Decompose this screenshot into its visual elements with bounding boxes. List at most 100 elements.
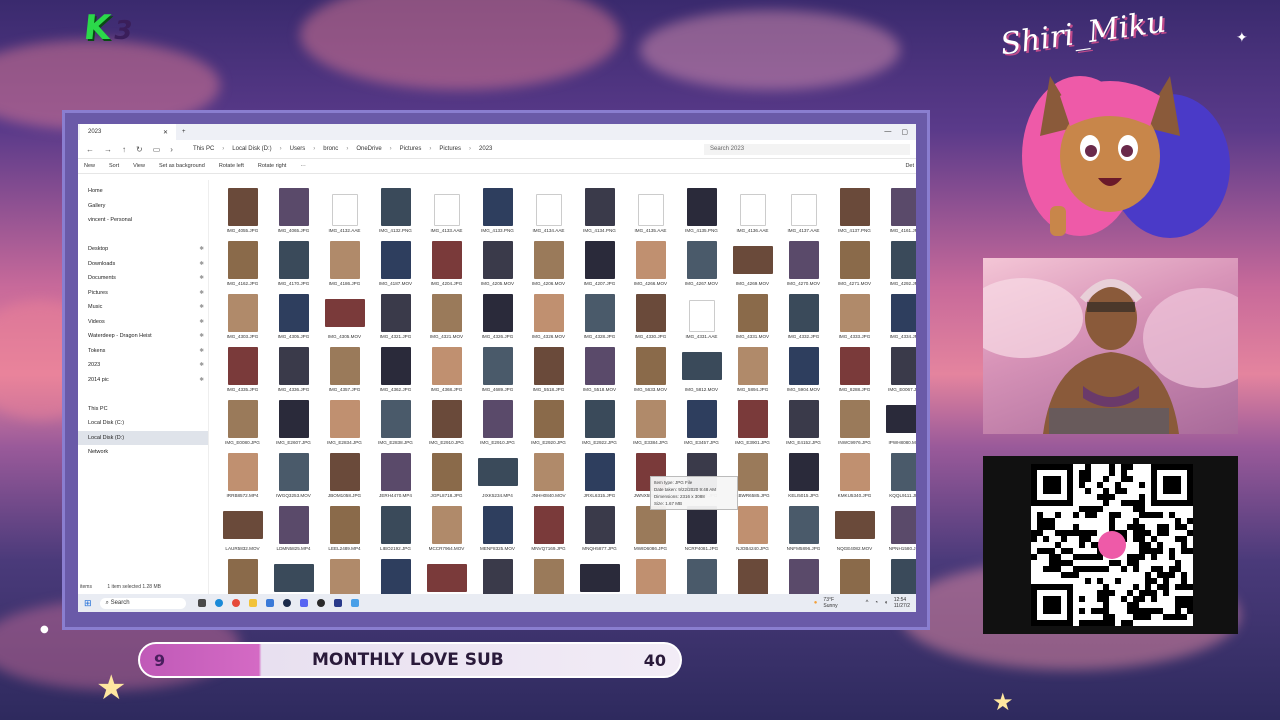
- file-item[interactable]: IMG_4135.AAE: [625, 180, 676, 233]
- file-item[interactable]: IMG_4303.JPG: [217, 286, 268, 339]
- file-item[interactable]: JERH4470.MP4: [370, 445, 421, 498]
- file-item[interactable]: IMG_4187.MOV: [370, 233, 421, 286]
- file-item[interactable]: IMG_E2920.JPG: [523, 392, 574, 445]
- file-item[interactable]: IMG_4333.JPG: [829, 286, 880, 339]
- breadcrumb-item[interactable]: Users: [290, 146, 306, 152]
- file-item[interactable]: IMG_4270.MOV: [778, 233, 829, 286]
- maximize-icon[interactable]: ▢: [901, 128, 908, 136]
- file-item[interactable]: IMG_E2607.JPG: [268, 392, 319, 445]
- file-item[interactable]: INWC9976.JPG: [829, 392, 880, 445]
- file-item[interactable]: IMG_4328.JPG: [574, 286, 625, 339]
- app-icon[interactable]: [333, 599, 342, 607]
- refresh-icon[interactable]: ↻: [136, 145, 143, 154]
- breadcrumb-item[interactable]: Pictures: [400, 146, 422, 152]
- file-item[interactable]: IMG_4368.JPG: [421, 339, 472, 392]
- file-item[interactable]: IMG_4266.MOV: [625, 233, 676, 286]
- file-item[interactable]: IMG_E2910.JPG: [421, 392, 472, 445]
- file-item[interactable]: MNQH5877.JPG: [574, 498, 625, 551]
- file-item[interactable]: IMG_4206.MOV: [523, 233, 574, 286]
- file-item[interactable]: IMG_4186.JPG: [319, 233, 370, 286]
- file-item[interactable]: IPWH8080.MOV: [880, 392, 916, 445]
- edge-icon[interactable]: [214, 599, 223, 607]
- details-pane-button[interactable]: Det: [905, 163, 916, 169]
- file-item[interactable]: IMG_5633.MOV: [625, 339, 676, 392]
- network-icon[interactable]: ◔: [874, 600, 878, 606]
- sidebar-item[interactable]: Pictures ✱: [78, 286, 208, 301]
- file-item[interactable]: IMG_4162.JPG: [217, 233, 268, 286]
- file-item[interactable]: IMG_4357.JPG: [319, 339, 370, 392]
- file-item[interactable]: IMG_4269.MOV: [727, 233, 778, 286]
- file-item[interactable]: IMG_4689.JPG: [472, 339, 523, 392]
- file-item[interactable]: IMG_5518.JPG: [523, 339, 574, 392]
- file-item[interactable]: IMG_4292.JPG: [880, 233, 916, 286]
- file-item[interactable]: JNHH0840.MOV: [523, 445, 574, 498]
- file-item[interactable]: IMG_E2910.JPG: [472, 392, 523, 445]
- file-item[interactable]: IMG_4207.JPG: [574, 233, 625, 286]
- sidebar-item[interactable]: Waterdeep - Dragon Heist ✱: [78, 329, 208, 344]
- file-item[interactable]: IMG_4137.AAE: [778, 180, 829, 233]
- command-rotate-right[interactable]: Rotate right: [258, 163, 286, 169]
- taskbar-search[interactable]: ⌕ Search: [99, 597, 186, 609]
- sidebar-item[interactable]: vincent - Personal: [78, 213, 208, 228]
- breadcrumb-item[interactable]: OneDrive: [356, 146, 381, 152]
- file-item[interactable]: IMG_4326.JPG: [472, 286, 523, 339]
- file-explorer-window[interactable]: 2023 ✕ + — ▢ ← → ↑ ↻ ▭ › This PC › Local D…: [78, 124, 916, 612]
- clock[interactable]: 12:54 11/27/2: [894, 597, 910, 609]
- file-item[interactable]: IMG_4170.JPG: [268, 233, 319, 286]
- tab-2023[interactable]: 2023 ✕: [80, 124, 176, 140]
- file-item[interactable]: IMG_4271.MOV: [829, 233, 880, 286]
- file-item[interactable]: KELI5015.JPG: [778, 445, 829, 498]
- sidebar-item[interactable]: Documents ✱: [78, 271, 208, 286]
- file-item[interactable]: IMG_4065.JPG: [268, 180, 319, 233]
- file-item[interactable]: IMG_4137.PNG: [829, 180, 880, 233]
- file-item[interactable]: IMG_4336.JPG: [268, 339, 319, 392]
- file-item[interactable]: IMG_4055.JPG: [217, 180, 268, 233]
- file-item[interactable]: IMG_4334.JPG: [880, 286, 916, 339]
- file-item[interactable]: IMG_4133.AAE: [421, 180, 472, 233]
- back-icon[interactable]: ←: [86, 145, 94, 154]
- file-item[interactable]: IWGQ3253.MOV: [268, 445, 319, 498]
- sidebar-item[interactable]: Music ✱: [78, 300, 208, 315]
- file-item[interactable]: IMG_5812.MOV: [676, 339, 727, 392]
- file-item[interactable]: IMG_E4152.JPG: [778, 392, 829, 445]
- file-item[interactable]: IMG_4135.PNG: [676, 180, 727, 233]
- store-icon[interactable]: [265, 599, 274, 607]
- file-item[interactable]: IMG_4305.MOV: [319, 286, 370, 339]
- file-item[interactable]: LEEL2489.MP4: [319, 498, 370, 551]
- file-item[interactable]: IMG_4362.JPG: [370, 339, 421, 392]
- discord-icon[interactable]: [299, 599, 308, 607]
- start-icon[interactable]: ⊞: [84, 598, 92, 609]
- steam-icon[interactable]: [282, 599, 291, 607]
- file-item[interactable]: IMG_4326.MOV: [523, 286, 574, 339]
- file-item[interactable]: IMG_4335.JPG: [217, 339, 268, 392]
- file-item[interactable]: MCCR7964.MOV: [421, 498, 472, 551]
- sidebar-item[interactable]: Local Disk (C:): [78, 416, 208, 431]
- command-view[interactable]: View: [133, 163, 145, 169]
- file-item[interactable]: IMG_E2922.JPG: [574, 392, 625, 445]
- chevron-up-icon[interactable]: ^: [866, 600, 869, 606]
- file-item[interactable]: JBOM1058.JPG: [319, 445, 370, 498]
- breadcrumb-item[interactable]: This PC: [193, 146, 214, 152]
- obs-icon[interactable]: [316, 599, 325, 607]
- close-tab-icon[interactable]: ✕: [163, 129, 168, 136]
- file-item[interactable]: IMG_E0080.JPG: [217, 392, 268, 445]
- sidebar-item[interactable]: Desktop ✱: [78, 242, 208, 257]
- up-icon[interactable]: ↑: [122, 145, 126, 154]
- file-item[interactable]: IMG_4205.MOV: [472, 233, 523, 286]
- file-item[interactable]: IMG_E3384.JPG: [625, 392, 676, 445]
- sidebar-item[interactable]: 2023 ✱: [78, 358, 208, 373]
- file-item[interactable]: IMG_4134.PNG: [574, 180, 625, 233]
- file-item[interactable]: MENF8325.MOV: [472, 498, 523, 551]
- file-item[interactable]: IMG_4161.JPG: [880, 180, 916, 233]
- task-view-icon[interactable]: [197, 599, 206, 607]
- file-item[interactable]: IRRB8572.MP4: [217, 445, 268, 498]
- file-item[interactable]: IMG_4332.JPG: [778, 286, 829, 339]
- file-item[interactable]: IMG_5894.JPG: [727, 339, 778, 392]
- app-icon[interactable]: [350, 599, 359, 607]
- file-item[interactable]: IMG_4267.MOV: [676, 233, 727, 286]
- file-item[interactable]: JRXL6315.JPG: [574, 445, 625, 498]
- file-item[interactable]: IMG_4136.AAE: [727, 180, 778, 233]
- file-item[interactable]: LAUR5832.MOV: [217, 498, 268, 551]
- breadcrumb-item[interactable]: 2023: [479, 146, 492, 152]
- file-item[interactable]: IMG_5904.MOV: [778, 339, 829, 392]
